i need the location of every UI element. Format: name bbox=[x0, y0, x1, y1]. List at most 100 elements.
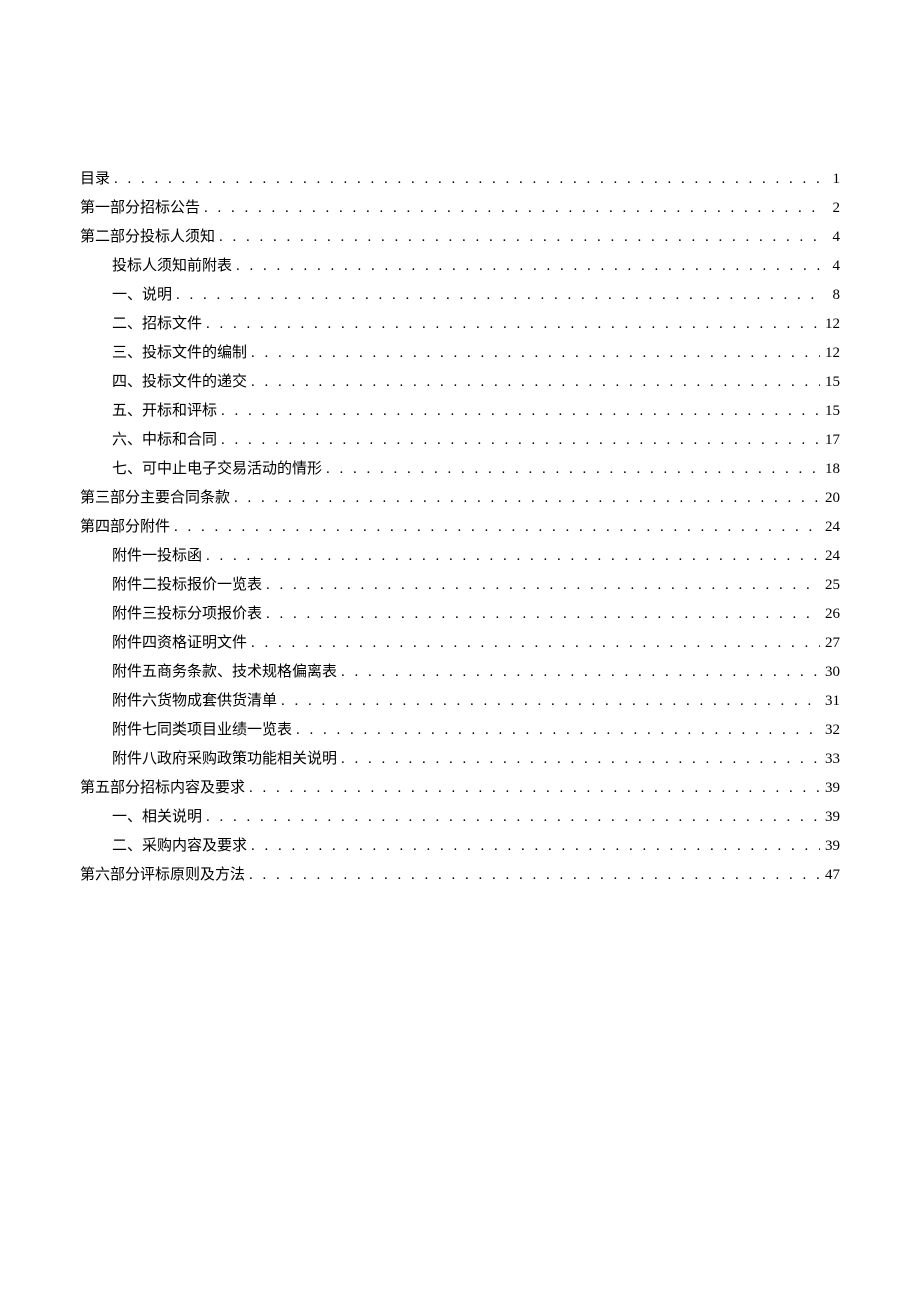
toc-entry: 六、中标和合同 17 bbox=[80, 426, 840, 455]
toc-entry-page: 24 bbox=[820, 513, 840, 542]
toc-entry-page: 15 bbox=[820, 368, 840, 397]
toc-entry: 第三部分主要合同条款 20 bbox=[80, 484, 840, 513]
toc-entry-title: 附件六货物成套供货清单 bbox=[112, 687, 277, 716]
toc-entry: 附件三投标分项报价表 26 bbox=[80, 600, 840, 629]
toc-leader-dots bbox=[245, 774, 820, 803]
toc-entry-title: 四、投标文件的递交 bbox=[112, 368, 247, 397]
toc-entry-title: 附件四资格证明文件 bbox=[112, 629, 247, 658]
toc-entry: 一、相关说明 39 bbox=[80, 803, 840, 832]
toc-entry-title: 目录 bbox=[80, 165, 110, 194]
toc-entry-page: 2 bbox=[820, 194, 840, 223]
toc-entry: 附件一投标函 24 bbox=[80, 542, 840, 571]
toc-entry-title: 附件三投标分项报价表 bbox=[112, 600, 262, 629]
toc-leader-dots bbox=[217, 397, 820, 426]
toc-leader-dots bbox=[217, 426, 820, 455]
toc-entry-page: 18 bbox=[820, 455, 840, 484]
toc-entry-page: 39 bbox=[820, 832, 840, 861]
toc-entry-title: 一、说明 bbox=[112, 281, 172, 310]
toc-entry: 附件八政府采购政策功能相关说明 33 bbox=[80, 745, 840, 774]
toc-entry-title: 二、招标文件 bbox=[112, 310, 202, 339]
toc-leader-dots bbox=[232, 252, 820, 281]
toc-entry-page: 24 bbox=[820, 542, 840, 571]
toc-leader-dots bbox=[200, 194, 820, 223]
toc-entry: 二、招标文件 12 bbox=[80, 310, 840, 339]
toc-leader-dots bbox=[247, 339, 820, 368]
toc-entry: 附件七同类项目业绩一览表 32 bbox=[80, 716, 840, 745]
toc-entry-page: 20 bbox=[820, 484, 840, 513]
toc-entry-title: 投标人须知前附表 bbox=[112, 252, 232, 281]
toc-entry-page: 1 bbox=[820, 165, 840, 194]
toc-entry-page: 32 bbox=[820, 716, 840, 745]
toc-leader-dots bbox=[322, 455, 820, 484]
toc-leader-dots bbox=[110, 165, 820, 194]
toc-entry: 四、投标文件的递交 15 bbox=[80, 368, 840, 397]
toc-entry: 三、投标文件的编制 12 bbox=[80, 339, 840, 368]
toc-leader-dots bbox=[292, 716, 820, 745]
toc-entry: 一、说明 8 bbox=[80, 281, 840, 310]
table-of-contents: 目录1第一部分招标公告2第二部分投标人须知4投标人须知前附表4一、说明8二、招标… bbox=[80, 165, 840, 890]
toc-entry: 附件四资格证明文件 27 bbox=[80, 629, 840, 658]
toc-leader-dots bbox=[202, 542, 820, 571]
toc-entry-page: 39 bbox=[820, 774, 840, 803]
toc-entry: 第一部分招标公告 2 bbox=[80, 194, 840, 223]
toc-entry-page: 47 bbox=[820, 861, 840, 890]
toc-entry: 七、可中止电子交易活动的情形 18 bbox=[80, 455, 840, 484]
toc-leader-dots bbox=[202, 310, 820, 339]
toc-entry-page: 17 bbox=[820, 426, 840, 455]
toc-leader-dots bbox=[337, 745, 820, 774]
toc-entry-title: 三、投标文件的编制 bbox=[112, 339, 247, 368]
toc-entry-page: 15 bbox=[820, 397, 840, 426]
toc-entry: 附件五商务条款、技术规格偏离表 30 bbox=[80, 658, 840, 687]
toc-entry-title: 第六部分评标原则及方法 bbox=[80, 861, 245, 890]
toc-entry-page: 4 bbox=[820, 252, 840, 281]
toc-entry-page: 33 bbox=[820, 745, 840, 774]
toc-entry: 二、采购内容及要求 39 bbox=[80, 832, 840, 861]
toc-entry-page: 27 bbox=[820, 629, 840, 658]
toc-entry-title: 附件七同类项目业绩一览表 bbox=[112, 716, 292, 745]
toc-entry-title: 附件五商务条款、技术规格偏离表 bbox=[112, 658, 337, 687]
toc-entry-title: 第二部分投标人须知 bbox=[80, 223, 215, 252]
toc-entry-title: 附件一投标函 bbox=[112, 542, 202, 571]
toc-entry-page: 8 bbox=[820, 281, 840, 310]
toc-leader-dots bbox=[277, 687, 820, 716]
toc-entry-page: 25 bbox=[820, 571, 840, 600]
toc-entry-page: 4 bbox=[820, 223, 840, 252]
toc-entry-page: 12 bbox=[820, 339, 840, 368]
toc-leader-dots bbox=[337, 658, 820, 687]
toc-leader-dots bbox=[202, 803, 820, 832]
toc-entry-title: 第五部分招标内容及要求 bbox=[80, 774, 245, 803]
toc-entry: 第四部分附件 24 bbox=[80, 513, 840, 542]
toc-leader-dots bbox=[262, 571, 820, 600]
toc-entry-title: 七、可中止电子交易活动的情形 bbox=[112, 455, 322, 484]
toc-leader-dots bbox=[247, 832, 820, 861]
toc-entry-title: 一、相关说明 bbox=[112, 803, 202, 832]
toc-entry: 附件二投标报价一览表 25 bbox=[80, 571, 840, 600]
toc-leader-dots bbox=[170, 513, 820, 542]
toc-leader-dots bbox=[262, 600, 820, 629]
toc-leader-dots bbox=[172, 281, 820, 310]
toc-entry-title: 五、开标和评标 bbox=[112, 397, 217, 426]
toc-entry: 投标人须知前附表 4 bbox=[80, 252, 840, 281]
toc-entry-page: 26 bbox=[820, 600, 840, 629]
toc-entry-title: 二、采购内容及要求 bbox=[112, 832, 247, 861]
toc-entry: 目录 1 bbox=[80, 165, 840, 194]
toc-leader-dots bbox=[245, 861, 820, 890]
toc-leader-dots bbox=[215, 223, 820, 252]
toc-entry-page: 30 bbox=[820, 658, 840, 687]
toc-entry-page: 31 bbox=[820, 687, 840, 716]
toc-entry: 第五部分招标内容及要求 39 bbox=[80, 774, 840, 803]
toc-entry-page: 39 bbox=[820, 803, 840, 832]
toc-entry: 五、开标和评标 15 bbox=[80, 397, 840, 426]
toc-entry-title: 六、中标和合同 bbox=[112, 426, 217, 455]
toc-entry-title: 第四部分附件 bbox=[80, 513, 170, 542]
toc-entry: 第六部分评标原则及方法 47 bbox=[80, 861, 840, 890]
toc-entry-title: 附件八政府采购政策功能相关说明 bbox=[112, 745, 337, 774]
toc-entry-title: 第一部分招标公告 bbox=[80, 194, 200, 223]
toc-entry-title: 第三部分主要合同条款 bbox=[80, 484, 230, 513]
toc-leader-dots bbox=[230, 484, 820, 513]
toc-entry-page: 12 bbox=[820, 310, 840, 339]
toc-entry-title: 附件二投标报价一览表 bbox=[112, 571, 262, 600]
toc-entry: 附件六货物成套供货清单 31 bbox=[80, 687, 840, 716]
toc-leader-dots bbox=[247, 368, 820, 397]
toc-entry: 第二部分投标人须知 4 bbox=[80, 223, 840, 252]
